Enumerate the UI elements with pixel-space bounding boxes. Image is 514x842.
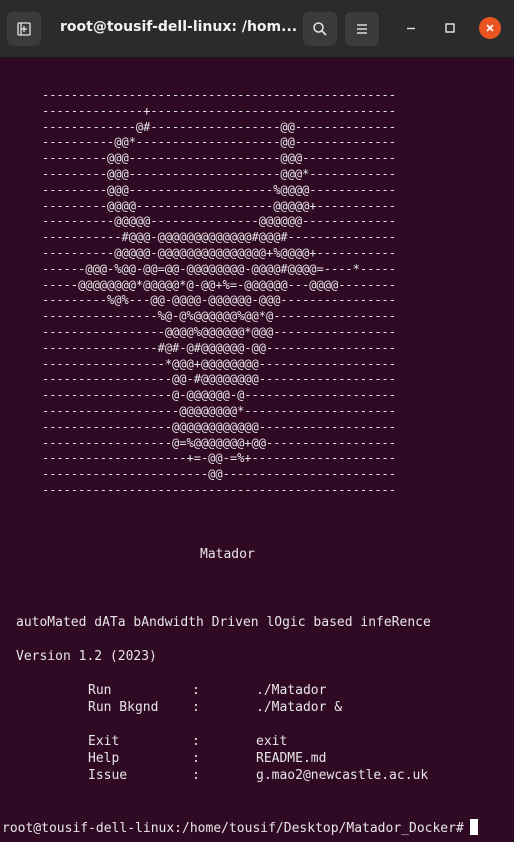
menu-value: ./Matador: [256, 683, 327, 698]
text-cursor: [469, 819, 478, 835]
menu-value: g.mao2@newcastle.ac.uk: [256, 768, 429, 783]
ascii-art-line: ---------%@%---@@-@@@@-@@@@@@-@@@-------…: [42, 293, 397, 308]
menu-value: exit: [256, 734, 288, 749]
menu-value: README.md: [256, 751, 327, 766]
window-title: root@tousif-dell-linux: /hom...: [60, 19, 298, 35]
ascii-art-line: -----------------@@@@%@@@@@@*@@@--------…: [42, 324, 397, 339]
menu-label: Issue: [88, 768, 128, 783]
ascii-art-line: -----------------*@@@+@@@@@@@@----------…: [42, 356, 397, 371]
terminal-window: root@tousif-dell-linux: /hom... --------…: [0, 0, 514, 842]
ascii-art-line: ------------------@-@@@@@@-@------------…: [42, 388, 397, 403]
menu-label: Run: [88, 683, 112, 698]
new-tab-icon: [17, 22, 31, 36]
menu-separator: :: [192, 768, 200, 783]
ascii-art-line: ------@@@-%@@-@@=@@-@@@@@@@@-@@@@#@@@@=-…: [42, 261, 397, 276]
close-button[interactable]: [479, 17, 501, 39]
ascii-art-banner: ----------------------------------------…: [42, 88, 396, 499]
menu-separator: :: [192, 751, 200, 766]
shell-prompt-line[interactable]: root@tousif-dell-linux:/home/tousif/Desk…: [2, 819, 478, 837]
close-icon: [486, 24, 494, 32]
ascii-art-line: -------------------@@@@@@@@*------------…: [42, 403, 397, 418]
ascii-art-line: ------------------@=%@@@@@@@+@@---------…: [42, 435, 397, 450]
ascii-art-line: ----------@@@@@---------------@@@@@@----…: [42, 214, 397, 229]
ascii-art-line: -----------#@@@-@@@@@@@@@@@@@#@@@#------…: [42, 230, 397, 245]
ascii-art-line: ----------@@*--------------------@@-----…: [42, 135, 397, 150]
terminal-output[interactable]: ----------------------------------------…: [0, 58, 514, 842]
new-tab-button[interactable]: [7, 12, 41, 46]
menu-separator: :: [192, 683, 200, 698]
ascii-art-line: ---------@@@--------------------%@@@@---…: [42, 182, 397, 197]
maximize-button[interactable]: [439, 17, 461, 39]
ascii-art-line: -----------------------@@---------------…: [42, 467, 397, 482]
ascii-art-line: ----------------------------------------…: [42, 88, 397, 102]
ascii-art-line: --------------+-------------------------…: [42, 103, 397, 118]
tagline: autoMated dATa bAndwidth Driven lOgic ba…: [16, 615, 431, 630]
menu-label: Help: [88, 751, 120, 766]
minimize-icon: [407, 27, 415, 30]
menu-value: ./Matador &: [256, 700, 343, 715]
menu-label: Run Bkgnd: [88, 700, 159, 715]
maximize-icon: [445, 23, 455, 33]
version-text: Version 1.2 (2023): [16, 649, 157, 664]
menu-separator: :: [192, 700, 200, 715]
ascii-art-line: ----------------%@-@%@@@@@@%@@*@--------…: [42, 309, 397, 324]
search-button[interactable]: [303, 12, 337, 46]
shell-prompt: root@tousif-dell-linux:/home/tousif/Desk…: [2, 821, 464, 836]
ascii-art-line: ---------@@@---------------------@@@----…: [42, 151, 397, 166]
title-bar: root@tousif-dell-linux: /hom...: [0, 0, 514, 58]
menu-separator: :: [192, 734, 200, 749]
search-icon: [313, 22, 327, 36]
ascii-art-line: -------------@#------------------@@-----…: [42, 119, 397, 134]
ascii-art-line: ----------@@@@@-@@@@@@@@@@@@@@@+%@@@@+--…: [42, 245, 397, 260]
ascii-art-line: ----------------#@#-@#@@@@@@-@@---------…: [42, 340, 397, 355]
ascii-art-line: --------------------+=-@@-=%+-----------…: [42, 451, 397, 466]
minimize-button[interactable]: [400, 17, 422, 39]
menu-label: Exit: [88, 734, 120, 749]
menu-button[interactable]: [345, 12, 379, 46]
ascii-art-line: ----------------------------------------…: [42, 482, 397, 497]
ascii-art-line: ---------@@@---------------------@@@*---…: [42, 166, 397, 181]
ascii-art-line: -----@@@@@@@@*@@@@@*@-@@+%=-@@@@@@---@@@…: [42, 277, 397, 292]
app-name: Matador: [200, 547, 255, 562]
ascii-art-line: ------------------@@@@@@@@@@@@----------…: [42, 419, 397, 434]
ascii-art-line: ---------@@@@-------------------@@@@@+--…: [42, 198, 397, 213]
ascii-art-line: ------------------@@-#@@@@@@@@----------…: [42, 372, 397, 387]
hamburger-menu-icon: [357, 24, 367, 34]
